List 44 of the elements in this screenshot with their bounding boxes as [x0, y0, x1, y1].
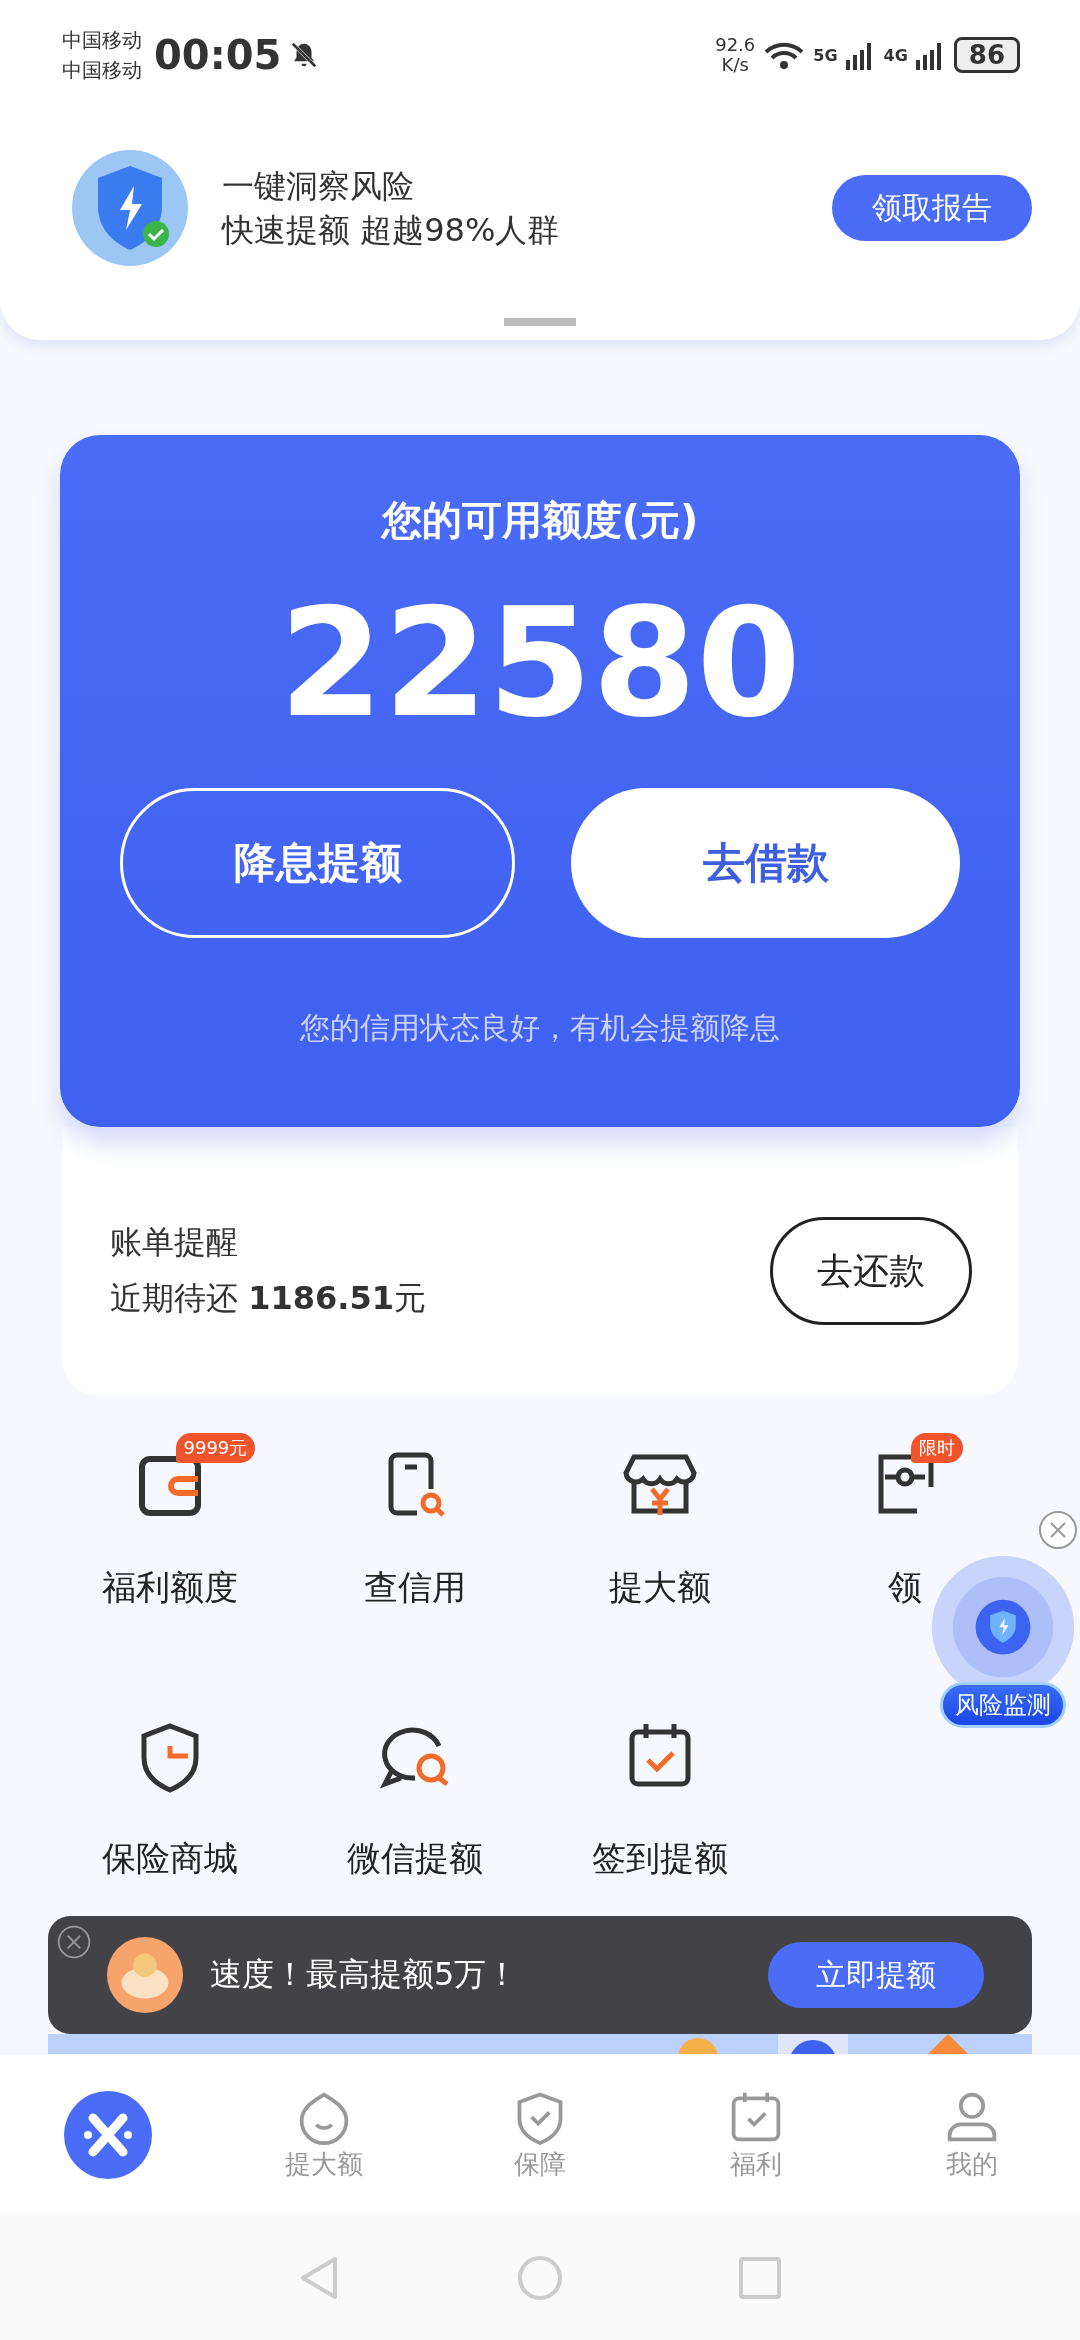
shield-icon [70, 148, 190, 268]
close-icon[interactable] [1038, 1510, 1078, 1550]
menu-item-label[interactable]: 提大额 [608, 1565, 711, 1611]
network-speed: 92.6 [715, 35, 756, 55]
nav-tab[interactable]: 提大额 [249, 2088, 399, 2182]
battery-level: 86 [953, 37, 1020, 73]
network-type: 5G [813, 45, 838, 65]
menu-item-label[interactable]: 查信用 [363, 1565, 466, 1611]
promo-banner[interactable] [48, 2034, 1032, 2054]
nav-tab[interactable]: 保障 [465, 2088, 615, 2182]
promo-title: 一键洞察风险 [222, 166, 415, 207]
wifi-icon [763, 40, 806, 70]
borrow-button[interactable]: 去借款 [571, 788, 960, 938]
network-type: 4G [883, 45, 908, 65]
menu-item-label[interactable]: 保险商城 [101, 1836, 238, 1882]
raise-now-button[interactable]: 立即提额 [768, 1942, 984, 2008]
coin-jar-icon [106, 1936, 184, 2014]
home-logo-icon [63, 2090, 153, 2180]
tag-label: 限时 [910, 1433, 963, 1463]
menu-item-label[interactable]: 签到提额 [591, 1836, 728, 1882]
credit-note: 您的信用状态良好，有机会提额降息 [300, 1009, 780, 1047]
menu-item-label[interactable]: 领 [887, 1565, 922, 1611]
radar-shield-icon[interactable] [930, 1554, 1076, 1682]
drag-handle[interactable] [504, 318, 576, 326]
nav-tab[interactable]: 福利 [681, 2088, 831, 2182]
credit-title: 您的可用额度(元) [381, 496, 699, 545]
get-report-button[interactable]: 领取报告 [832, 175, 1032, 241]
clock-time: 00:05 [154, 32, 282, 78]
repay-button[interactable]: 去还款 [770, 1217, 972, 1325]
toast-message: 速度！最高提额5万！ [210, 1954, 520, 1995]
carrier-name: 中国移动 [62, 57, 142, 84]
menu-item-label[interactable]: 福利额度 [101, 1565, 238, 1611]
bill-amount-text: 近期待还 1186.51元 [110, 1278, 427, 1319]
raise-limit-button[interactable]: 降息提额 [120, 788, 515, 938]
speed-unit: K/s [721, 55, 749, 75]
tag-label: 9999元 [175, 1433, 256, 1463]
credit-amount: 22580 [279, 578, 801, 748]
bill-title: 账单提醒 [110, 1222, 239, 1263]
nav-tab[interactable]: 我的 [897, 2088, 1047, 2182]
carrier-name: 中国移动 [62, 27, 142, 54]
close-icon[interactable] [56, 1924, 92, 1960]
risk-monitor-button[interactable]: 风险监测 [940, 1682, 1066, 1728]
menu-item-label[interactable]: 微信提额 [346, 1836, 483, 1882]
promo-subtitle: 快速提额 超越98%人群 [222, 210, 561, 251]
